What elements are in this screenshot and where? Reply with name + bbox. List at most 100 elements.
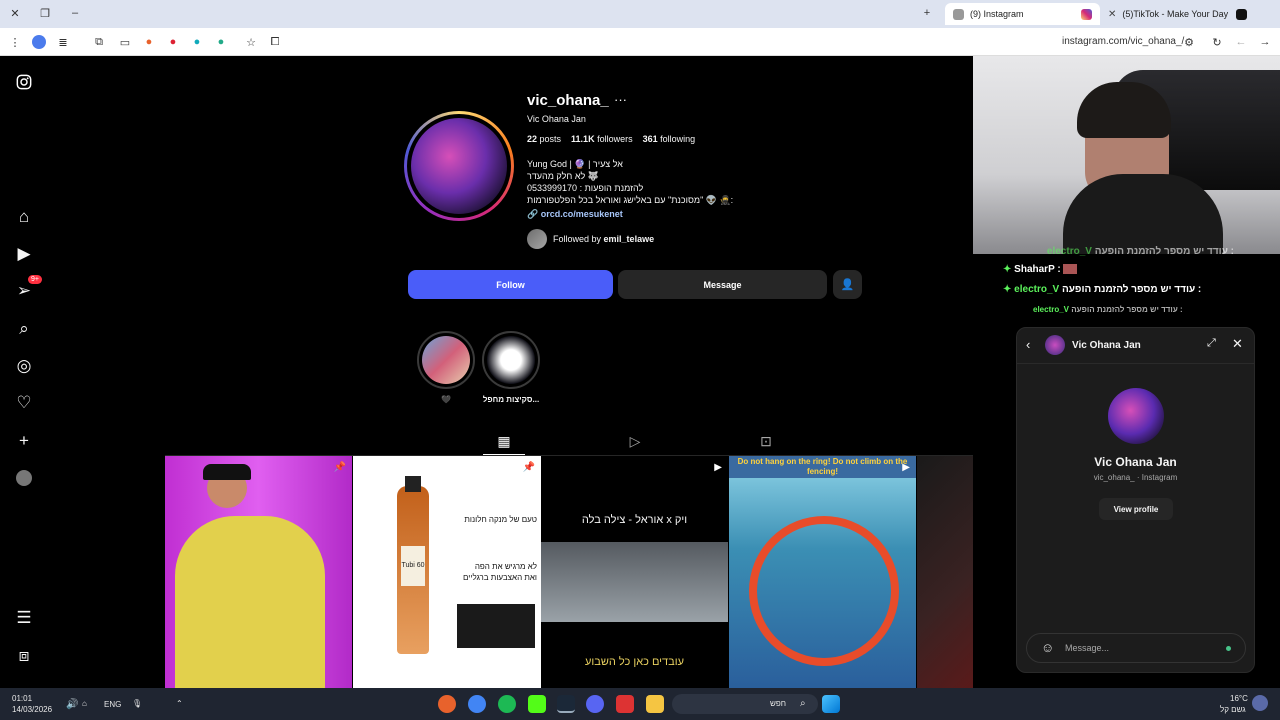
post-caption: ויק x אוראל - צילה בלה (581, 514, 688, 526)
following-stat[interactable]: 361 following (643, 134, 696, 144)
notification-badge: 9+ (28, 275, 42, 284)
notifications-heart-icon[interactable]: ♡ (12, 391, 36, 415)
highlight-item[interactable] (417, 331, 475, 389)
close-icon[interactable]: ✕ (1232, 336, 1243, 352)
pin-icon: 📌 (333, 462, 346, 473)
app-icon[interactable] (438, 695, 456, 713)
new-tab-icon[interactable]: + (920, 6, 934, 20)
language-indicator[interactable]: ENG (104, 700, 121, 709)
show-hidden-icons-icon[interactable]: ⌃ (176, 699, 183, 708)
bookmark-star-icon[interactable]: ☆ (244, 35, 258, 49)
post-tile[interactable]: Tubi 60 טעם של מנקה חלונות לא מרגיש את ה… (353, 456, 541, 688)
file-explorer-icon[interactable] (646, 695, 664, 713)
profile-options-icon[interactable]: ··· (614, 92, 627, 107)
taskbar-search[interactable]: חפש ⌕ (672, 694, 818, 714)
profile-avatar-large[interactable] (404, 111, 514, 221)
home-icon[interactable]: ⌂ (12, 205, 36, 229)
dm-popup: ‹ Vic Ohana Jan ⤢ ✕ Vic Ohana Jan vic_oh… (1016, 327, 1255, 673)
back-chevron-icon[interactable]: ‹ (1026, 337, 1030, 352)
message-button[interactable]: Message (618, 270, 827, 299)
discord-icon[interactable] (586, 695, 604, 713)
network-icon[interactable]: ⌂ (82, 699, 87, 708)
highlight-label: 🖤 (441, 395, 451, 404)
url-field[interactable]: instagram.com/vic_ohana_/ (1062, 36, 1184, 47)
search-icon[interactable]: ⌕ (12, 317, 36, 341)
bio-line: :🥷 👽 "מסוכנת" עם באלישג ואוראל בכל הפלטפ… (527, 195, 734, 205)
menu-dots-icon[interactable]: ⋮ (8, 35, 22, 49)
extension-icon[interactable]: ● (142, 35, 156, 49)
app-icon[interactable] (616, 695, 634, 713)
chrome-icon[interactable] (468, 695, 486, 713)
highlight-item[interactable] (482, 331, 540, 389)
tab-tiktok[interactable]: ✕ (5)TikTok - Make Your Day (1100, 3, 1255, 25)
followers-stat[interactable]: 11.1K followers (571, 134, 633, 144)
extension-icon[interactable]: ● (190, 35, 204, 49)
followed-by[interactable]: Followed by emil_telawe (527, 229, 654, 249)
browser-tab-bar: ✕ ❐ – + (9) Instagram ✕ (5)TikTok - Make… (0, 0, 1280, 28)
online-dot-icon (1226, 646, 1231, 651)
microphone-icon[interactable]: 🎙 (132, 699, 142, 708)
search-icon: ⌕ (800, 698, 806, 709)
expand-icon[interactable]: ⤢ (1207, 337, 1216, 350)
dm-header: ‹ Vic Ohana Jan ⤢ ✕ (1017, 328, 1254, 364)
volume-icon[interactable]: 🔊 (66, 699, 78, 710)
notifications-icon[interactable] (1252, 695, 1268, 711)
chat-message: ✦ electro_V עודד יש מספר להזמנת הופעה : (1003, 284, 1202, 295)
site-settings-icon[interactable]: ⚙ (1182, 35, 1196, 49)
extension-icon[interactable]: ● (214, 35, 228, 49)
message-input[interactable]: ☺ Message... (1026, 633, 1246, 663)
tab-reels-icon[interactable]: ▷ (625, 432, 645, 450)
emoji-icon[interactable]: ☺ (1041, 640, 1054, 655)
kick-icon[interactable] (528, 695, 546, 713)
close-tab-icon[interactable]: ✕ (1108, 9, 1116, 20)
chat-message: ✦ ShaharP : (1003, 264, 1078, 275)
bio-line: Yung God | 🔮 | אל צעיר (527, 159, 623, 169)
extensions-icon[interactable]: ⧉ (92, 35, 106, 49)
follower-avatar (527, 229, 547, 249)
chat-message: electro_V עודד יש מספר להזמנת הופעה : (1046, 246, 1234, 257)
minimize-window-icon[interactable]: – (68, 6, 82, 20)
post-sign-text: Do not hang on the ring! Do not climb on… (729, 456, 916, 478)
weather-temp: 16°C (1230, 694, 1248, 703)
tab-label: (9) Instagram (970, 9, 1024, 19)
forward-icon[interactable]: ← (1234, 35, 1248, 49)
bio-link[interactable]: 🔗 orcd.co/mesukenet (527, 209, 623, 220)
reload-icon[interactable]: ↻ (1210, 35, 1224, 49)
reels-icon[interactable]: ▶ (12, 242, 36, 266)
follow-button[interactable]: Follow (408, 270, 613, 299)
suggested-users-icon[interactable]: 👤 (833, 270, 862, 299)
back-icon[interactable]: → (1258, 35, 1272, 49)
post-tile[interactable]: 📌 (165, 456, 352, 688)
tab-tagged-icon[interactable]: ⊡ (756, 432, 776, 450)
create-icon[interactable]: + (12, 429, 36, 453)
webcam-overlay (973, 56, 1280, 254)
reading-list-icon[interactable]: ≣ (56, 35, 70, 49)
chat-message: electro_V עודד יש מספר להזמנת הופעה : (1033, 305, 1183, 314)
profile-avatar[interactable] (12, 466, 36, 490)
reel-icon: ▶ (902, 462, 910, 473)
tab-posts-grid-icon[interactable]: ▦ (494, 432, 514, 450)
pin-icon: 📌 (522, 462, 535, 473)
steam-icon[interactable] (557, 695, 575, 713)
view-profile-button[interactable]: View profile (1099, 498, 1173, 520)
explore-icon[interactable]: ◎ (12, 354, 36, 378)
direct-messages-icon[interactable]: ➢ 9+ (12, 275, 42, 303)
dm-avatar-small (1045, 335, 1065, 355)
restore-window-icon[interactable]: ❐ (38, 6, 52, 20)
post-tile[interactable] (917, 456, 973, 688)
screenshot-icon[interactable]: ▭ (118, 35, 132, 49)
post-tile[interactable]: ויק x אוראל - צילה בלה עובדים כאן כל השב… (541, 456, 728, 688)
extension-icon[interactable]: ● (166, 35, 180, 49)
post-caption: ואת האצבעות ברגליים (463, 573, 537, 582)
profile-icon[interactable] (32, 35, 46, 49)
screen-cast-icon[interactable]: ⧠ (268, 35, 282, 49)
close-window-icon[interactable]: ✕ (8, 6, 22, 20)
post-tile[interactable]: Do not hang on the ring! Do not climb on… (729, 456, 916, 688)
profile-stats: 22 posts 11.1K followers 361 following (527, 134, 695, 144)
spotify-icon[interactable] (498, 695, 516, 713)
tab-instagram[interactable]: (9) Instagram (945, 3, 1100, 25)
windows-start-icon[interactable] (822, 695, 840, 713)
also-from-meta-icon[interactable]: ⧈ (12, 644, 36, 668)
instagram-logo-icon[interactable] (12, 70, 36, 94)
more-menu-icon[interactable]: ☰ (12, 606, 36, 630)
